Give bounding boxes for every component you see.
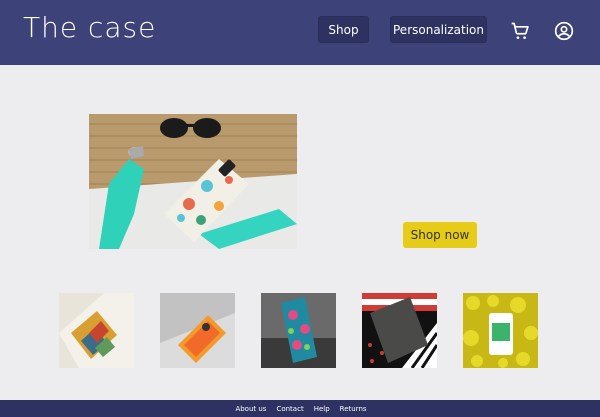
nav-shop-button[interactable]: Shop <box>318 16 369 43</box>
shopping-cart-icon <box>511 22 529 39</box>
shop-now-button[interactable]: Shop now <box>403 222 477 248</box>
product-thumbnail[interactable] <box>362 293 437 368</box>
account-icon[interactable] <box>553 20 575 42</box>
footer-link-about[interactable]: About us <box>235 405 266 413</box>
brand-title[interactable]: The case <box>23 11 156 44</box>
product-thumbnail[interactable] <box>160 293 235 368</box>
account-circle-icon <box>554 21 574 41</box>
footer-link-contact[interactable]: Contact <box>276 405 303 413</box>
footer-link-help[interactable]: Help <box>314 405 330 413</box>
product-thumbnail[interactable] <box>59 293 134 368</box>
cart-icon[interactable] <box>509 20 531 42</box>
footer-link-returns[interactable]: Returns <box>340 405 367 413</box>
product-thumbnail[interactable] <box>261 293 336 368</box>
site-footer: About us Contact Help Returns <box>0 400 600 417</box>
product-thumbnail[interactable] <box>463 293 538 368</box>
site-header: The case Shop Personalization <box>0 0 600 65</box>
hero-image <box>89 114 297 249</box>
nav-personalization-button[interactable]: Personalization <box>390 16 487 43</box>
